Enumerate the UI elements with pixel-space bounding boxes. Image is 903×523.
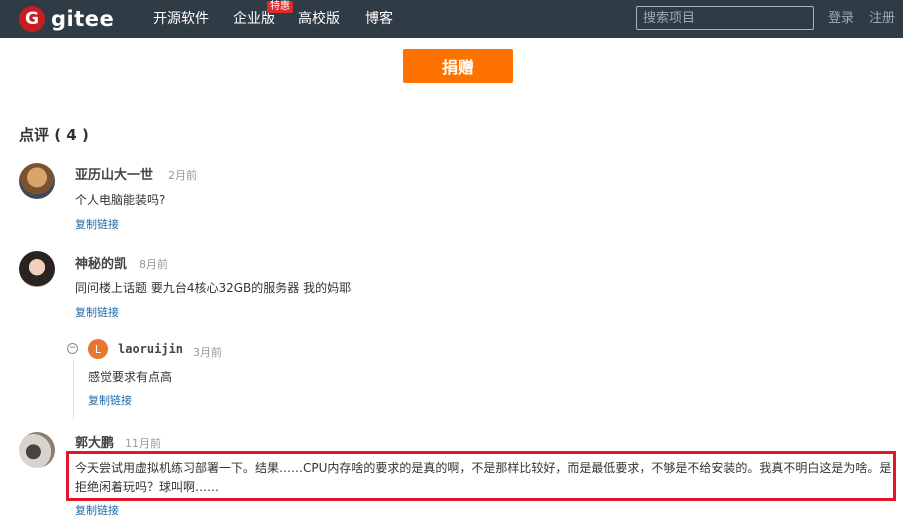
avatar[interactable] (19, 163, 55, 199)
comment-author[interactable]: 神秘的凯 (75, 253, 127, 272)
comments-heading: 点评 ( 4 ) (19, 126, 89, 144)
collapse-reply-icon[interactable]: − (67, 343, 78, 354)
avatar[interactable] (19, 432, 55, 468)
search-input[interactable] (636, 6, 814, 30)
reply-thread-line (73, 359, 74, 419)
reply-avatar[interactable]: L (88, 339, 108, 359)
comment-text: 今天尝试用虚拟机练习部署一下。结果……CPU内存啥的要求的是真的啊，不是那样比较… (75, 461, 892, 494)
reply-text: 感觉要求有点高 (88, 370, 173, 384)
promo-badge: 特惠 (267, 1, 293, 13)
comment-text: 同问楼上话题 要九台4核心32GB的服务器 我的妈耶 (75, 281, 352, 295)
comment-time: 8月前 (139, 258, 168, 271)
reply-time: 3月前 (193, 346, 222, 359)
comment-time: 2月前 (168, 169, 197, 182)
gitee-logo-icon: G (19, 6, 45, 32)
copy-link[interactable]: 复制链接 (88, 392, 132, 408)
login-link[interactable]: 登录 (828, 11, 854, 27)
reply-author[interactable]: laoruijin (118, 342, 183, 356)
copy-link[interactable]: 复制链接 (75, 216, 119, 232)
copy-link[interactable]: 复制链接 (75, 304, 119, 320)
nav-education[interactable]: 高校版 (298, 10, 340, 28)
register-link[interactable]: 注册 (869, 11, 895, 27)
avatar[interactable] (19, 251, 55, 287)
gitee-logo[interactable]: G gitee (19, 6, 114, 32)
copy-link[interactable]: 复制链接 (75, 502, 119, 518)
top-navigation-bar: G gitee 开源软件 企业版 特惠 高校版 博客 登录 注册 (0, 0, 903, 38)
comment-author[interactable]: 郭大鹏 (75, 432, 114, 451)
nav-blog[interactable]: 博客 (365, 10, 393, 28)
comment-author[interactable]: 亚历山大一世 (75, 164, 153, 183)
donate-button[interactable]: 捐赠 (403, 49, 513, 83)
nav-open-source[interactable]: 开源软件 (153, 10, 209, 28)
comment-text: 个人电脑能装吗? (75, 193, 166, 207)
gitee-logo-text: gitee (51, 7, 115, 31)
comment-time: 11月前 (125, 437, 161, 450)
